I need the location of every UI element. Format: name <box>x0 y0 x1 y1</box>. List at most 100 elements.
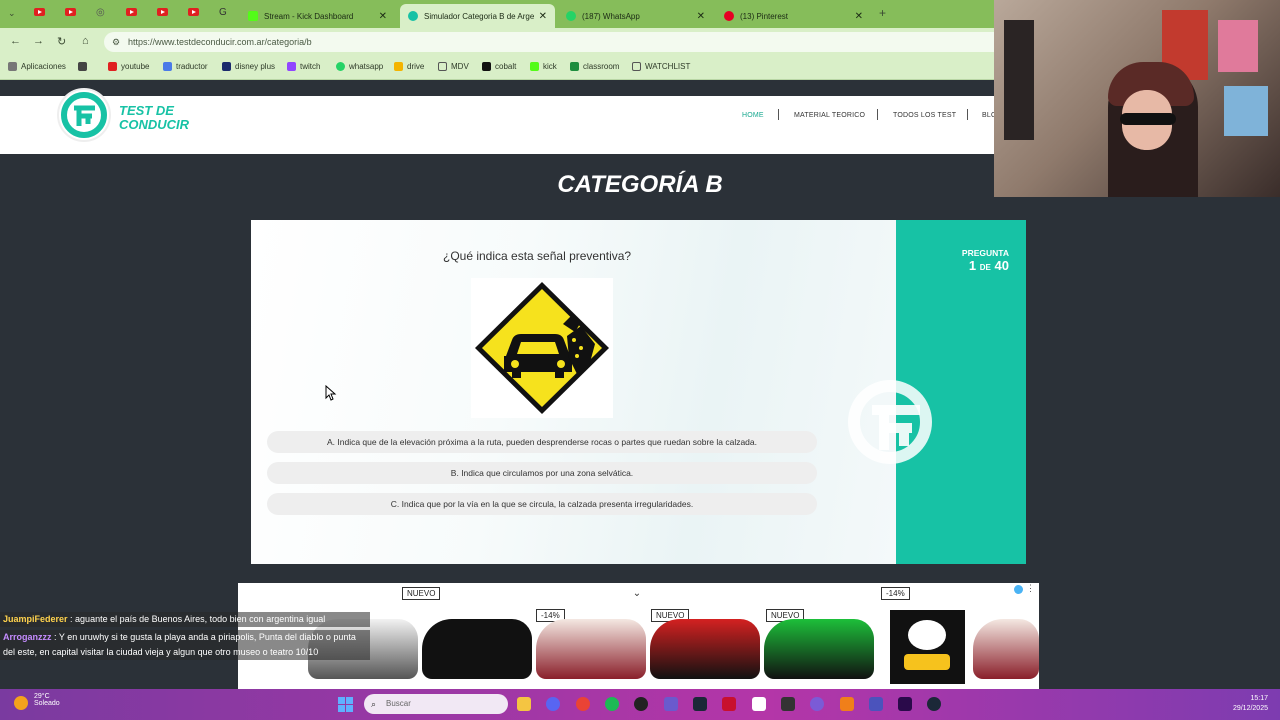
tab-pinterest[interactable]: (13) Pinterest ✕ <box>716 4 871 28</box>
weather-temp: 29°C <box>34 693 50 700</box>
notepad-icon[interactable] <box>781 697 795 711</box>
bookmark-youtube[interactable]: youtube <box>108 62 149 71</box>
spotify-icon[interactable] <box>605 697 619 711</box>
close-tab-icon[interactable]: ✕ <box>379 11 387 22</box>
taskbar-search-input[interactable]: ⌕ Buscar <box>364 694 508 714</box>
ad-product-socks[interactable] <box>422 619 532 679</box>
ad-info-icon[interactable] <box>1014 585 1023 594</box>
tab-label: (187) WhatsApp <box>582 11 640 21</box>
weather-widget[interactable]: 29°C Soleado <box>14 693 60 710</box>
ad-badge: NUEVO <box>402 587 441 600</box>
close-tab-icon[interactable]: ✕ <box>539 11 547 22</box>
question-text: ¿Qué indica esta señal preventiva? <box>443 249 632 263</box>
answer-option-a[interactable]: A. Indica que de la elevación próxima a … <box>267 431 817 453</box>
youtube-pinned-tab-icon[interactable] <box>157 8 168 16</box>
reload-icon[interactable]: ↻ <box>57 35 66 48</box>
tab-label: Simulador Categoria B de Arge <box>424 11 535 21</box>
back-icon[interactable]: ← <box>10 35 21 47</box>
home-icon[interactable]: ⌂ <box>82 35 89 47</box>
pinned-tab-icon[interactable]: ◎ <box>96 7 105 18</box>
ad-product-shoe[interactable] <box>973 619 1039 679</box>
app-icon[interactable] <box>810 697 824 711</box>
site-logo[interactable] <box>57 88 111 142</box>
bookmark-grid[interactable] <box>78 62 91 71</box>
url-text: https://www.testdeconducir.com.ar/catego… <box>128 37 312 47</box>
youtube-pinned-tab-icon[interactable] <box>65 8 76 16</box>
bookmark-whatsapp[interactable]: whatsapp <box>336 62 383 71</box>
bookmark-mdv[interactable]: MDV <box>438 62 469 71</box>
test-conducir-icon <box>408 11 418 21</box>
close-tab-icon[interactable]: ✕ <box>855 11 863 22</box>
pinterest-icon <box>724 11 734 21</box>
youtube-pinned-tab-icon[interactable] <box>188 8 199 16</box>
google-pinned-tab-icon[interactable]: G <box>219 7 227 18</box>
bookmark-disney[interactable]: disney plus <box>222 62 275 71</box>
wall-poster <box>1218 20 1258 72</box>
tab-kick-dashboard[interactable]: Stream - Kick Dashboard ✕ <box>240 4 395 28</box>
progress-counter: 1 DE 40 <box>969 258 1009 273</box>
nav-divider <box>967 109 968 120</box>
bookmark-aplicaciones[interactable]: Aplicaciones <box>8 62 66 71</box>
question-progress-panel: PREGUNTA 1 DE 40 <box>848 220 1026 564</box>
close-tab-icon[interactable]: ✕ <box>697 11 705 22</box>
bookmark-label: whatsapp <box>349 62 384 71</box>
whatsapp-icon <box>336 62 345 71</box>
youtube-pinned-tab-icon[interactable] <box>34 8 45 16</box>
answer-option-b[interactable]: B. Indica que circulamos por una zona se… <box>267 462 817 484</box>
bookmark-watchlist[interactable]: WATCHLIST <box>632 62 690 71</box>
watermark-logo-icon <box>848 380 932 464</box>
ad-collapse-chevron-icon[interactable]: ⌄ <box>625 588 649 604</box>
bookmark-classroom[interactable]: classroom <box>570 62 619 71</box>
tab-whatsapp[interactable]: (187) WhatsApp ✕ <box>558 4 713 28</box>
nav-material-teorico[interactable]: MATERIAL TEORICO <box>794 112 865 119</box>
bookmark-label: cobalt <box>495 62 517 71</box>
answer-option-c[interactable]: C. Indica que por la vía en la que se ci… <box>267 493 817 515</box>
falling-rocks-sign-icon <box>471 278 613 418</box>
bookmark-label: disney plus <box>235 62 276 71</box>
disney-icon <box>222 62 231 71</box>
steam-icon[interactable] <box>693 697 707 711</box>
site-info-icon[interactable]: ⚙ <box>112 32 120 52</box>
bookmark-drive[interactable]: drive <box>394 62 424 71</box>
bookmark-cobalt[interactable]: cobalt <box>482 62 516 71</box>
bookmark-twitch[interactable]: twitch <box>287 62 320 71</box>
teams-icon[interactable] <box>869 697 883 711</box>
wall-poster <box>1224 86 1268 136</box>
bookmark-traductor[interactable]: traductor <box>163 62 208 71</box>
bookmark-label: traductor <box>176 62 208 71</box>
chat-message: JuampiFederer : aguante el país de Bueno… <box>0 612 370 627</box>
premiere-icon[interactable] <box>898 697 912 711</box>
start-windows-icon[interactable] <box>338 697 353 712</box>
kick-icon <box>248 11 258 21</box>
kick-icon <box>530 62 539 71</box>
taskbar-clock[interactable]: 15:17 29/12/2025 <box>1233 694 1268 714</box>
app-icon[interactable] <box>722 697 736 711</box>
nav-home[interactable]: HOME <box>742 112 764 119</box>
new-tab-icon[interactable]: + <box>879 6 886 20</box>
steam-icon[interactable] <box>927 697 941 711</box>
tab-simulador[interactable]: Simulador Categoria B de Arge ✕ <box>400 4 555 28</box>
whatsapp-icon <box>566 11 576 21</box>
nav-todos-los-test[interactable]: TODOS LOS TEST <box>893 112 956 119</box>
chrome-icon[interactable] <box>576 697 590 711</box>
ad-product-logo[interactable] <box>890 610 965 684</box>
bookmark-label: kick <box>543 62 557 71</box>
folder-icon <box>438 62 447 71</box>
obs-icon[interactable] <box>634 697 648 711</box>
ad-product-shoe[interactable] <box>764 619 874 679</box>
tab-label: Stream - Kick Dashboard <box>264 11 354 21</box>
logo-wordmark[interactable]: TEST DE CONDUCIR <box>119 104 189 132</box>
bookmark-kick[interactable]: kick <box>530 62 557 71</box>
discord-icon[interactable] <box>546 697 560 711</box>
youtube-pinned-tab-icon[interactable] <box>126 8 137 16</box>
tab-search-icon[interactable]: ⌄ <box>8 8 16 19</box>
stream-chat-overlay: JuampiFederer : aguante el país de Bueno… <box>0 612 370 660</box>
file-explorer-icon[interactable] <box>517 697 531 711</box>
ad-product-shoe[interactable] <box>536 619 646 679</box>
ad-menu-icon[interactable]: ⋮ <box>1026 583 1035 594</box>
forward-icon[interactable]: → <box>33 35 44 47</box>
ad-product-shoe[interactable] <box>650 619 760 679</box>
fl-studio-icon[interactable] <box>840 697 854 711</box>
app-icon[interactable] <box>752 697 766 711</box>
media-app-icon[interactable] <box>664 697 678 711</box>
